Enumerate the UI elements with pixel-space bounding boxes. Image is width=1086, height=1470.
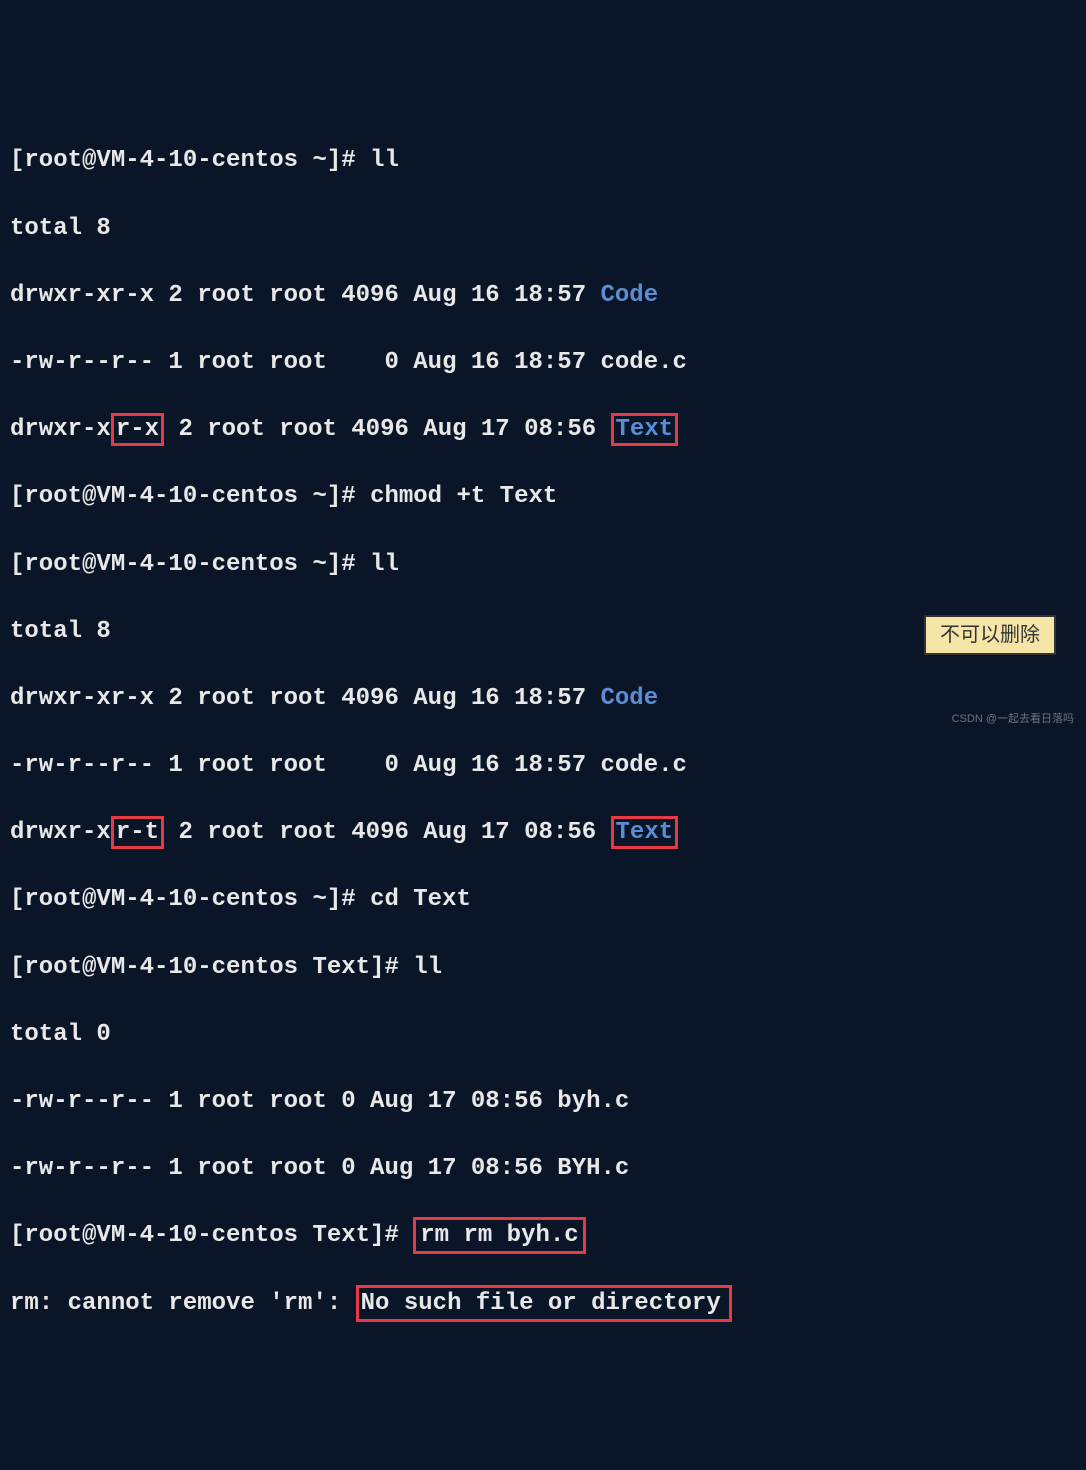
prompt: [root@VM-4-10-centos ~]#	[10, 483, 370, 510]
prompt: [root@VM-4-10-centos Text]#	[10, 1222, 413, 1249]
command: ll	[370, 147, 399, 174]
error-highlight-box: No such file or directory	[356, 1285, 732, 1322]
directory-highlight-box: Text	[611, 816, 679, 849]
terminal-output: -rw-r--r-- 1 root root 0 Aug 16 18:57 co…	[10, 749, 1076, 783]
directory-name: Code	[601, 685, 659, 712]
prompt: [root@VM-4-10-centos ~]#	[10, 147, 370, 174]
terminal-output: rm: cannot remove 'rm': No such file or …	[10, 1287, 1076, 1321]
annotation-note: 不可以删除	[924, 615, 1056, 655]
directory-name: Code	[601, 282, 659, 309]
directory-highlight-box: Text	[611, 413, 679, 446]
terminal-line: [root@VM-4-10-centos ~]# ll	[10, 144, 1076, 178]
terminal-output: -rw-r--r-- 1 root root 0 Aug 17 08:56 BY…	[10, 1152, 1076, 1186]
prompt: [root@VM-4-10-centos ~]#	[10, 886, 370, 913]
command: ll	[370, 551, 399, 578]
terminal-output: -rw-r--r-- 1 root root 0 Aug 16 18:57 co…	[10, 346, 1076, 380]
terminal-output: drwxr-xr-x 2 root root 4096 Aug 17 08:56…	[10, 413, 1076, 447]
perms-prefix: drwxr-x	[10, 819, 111, 846]
ls-entry: 2 root root 4096 Aug 17 08:56	[164, 416, 610, 443]
command: ll	[413, 954, 442, 981]
command: chmod +t Text	[370, 483, 557, 510]
prompt: [root@VM-4-10-centos ~]#	[10, 551, 370, 578]
watermark: CSDN @一起去看日落吗	[952, 712, 1074, 727]
ls-entry: drwxr-xr-x 2 root root 4096 Aug 16 18:57	[10, 685, 601, 712]
prompt: [root@VM-4-10-centos Text]#	[10, 954, 413, 981]
perms-prefix: drwxr-x	[10, 416, 111, 443]
terminal-output: total 8	[10, 615, 1076, 649]
terminal-line: [root@VM-4-10-centos ~]# ll	[10, 548, 1076, 582]
terminal-line: [root@VM-4-10-centos Text]# ll	[10, 951, 1076, 985]
error-prefix: rm: cannot remove 'rm':	[10, 1290, 356, 1317]
terminal-output: total 0	[10, 1018, 1076, 1052]
command: cd Text	[370, 886, 471, 913]
ls-entry: drwxr-xr-x 2 root root 4096 Aug 16 18:57	[10, 282, 601, 309]
terminal-output: drwxr-xr-x 2 root root 4096 Aug 16 18:57…	[10, 279, 1076, 313]
terminal-line: [root@VM-4-10-centos Text]# rm rm byh.c	[10, 1219, 1076, 1253]
terminal-output: drwxr-xr-x 2 root root 4096 Aug 16 18:57…	[10, 682, 1076, 716]
command-highlight-box: rm rm byh.c	[413, 1217, 585, 1254]
terminal-line: [root@VM-4-10-centos ~]# cd Text	[10, 883, 1076, 917]
terminal-output: -rw-r--r-- 1 root root 0 Aug 17 08:56 by…	[10, 1085, 1076, 1119]
terminal-output: drwxr-xr-t 2 root root 4096 Aug 17 08:56…	[10, 816, 1076, 850]
perms-highlight-box: r-x	[111, 413, 164, 446]
perms-highlight-box: r-t	[111, 816, 164, 849]
terminal-output: total 8	[10, 212, 1076, 246]
terminal-line: [root@VM-4-10-centos ~]# chmod +t Text	[10, 480, 1076, 514]
ls-entry: 2 root root 4096 Aug 17 08:56	[164, 819, 610, 846]
